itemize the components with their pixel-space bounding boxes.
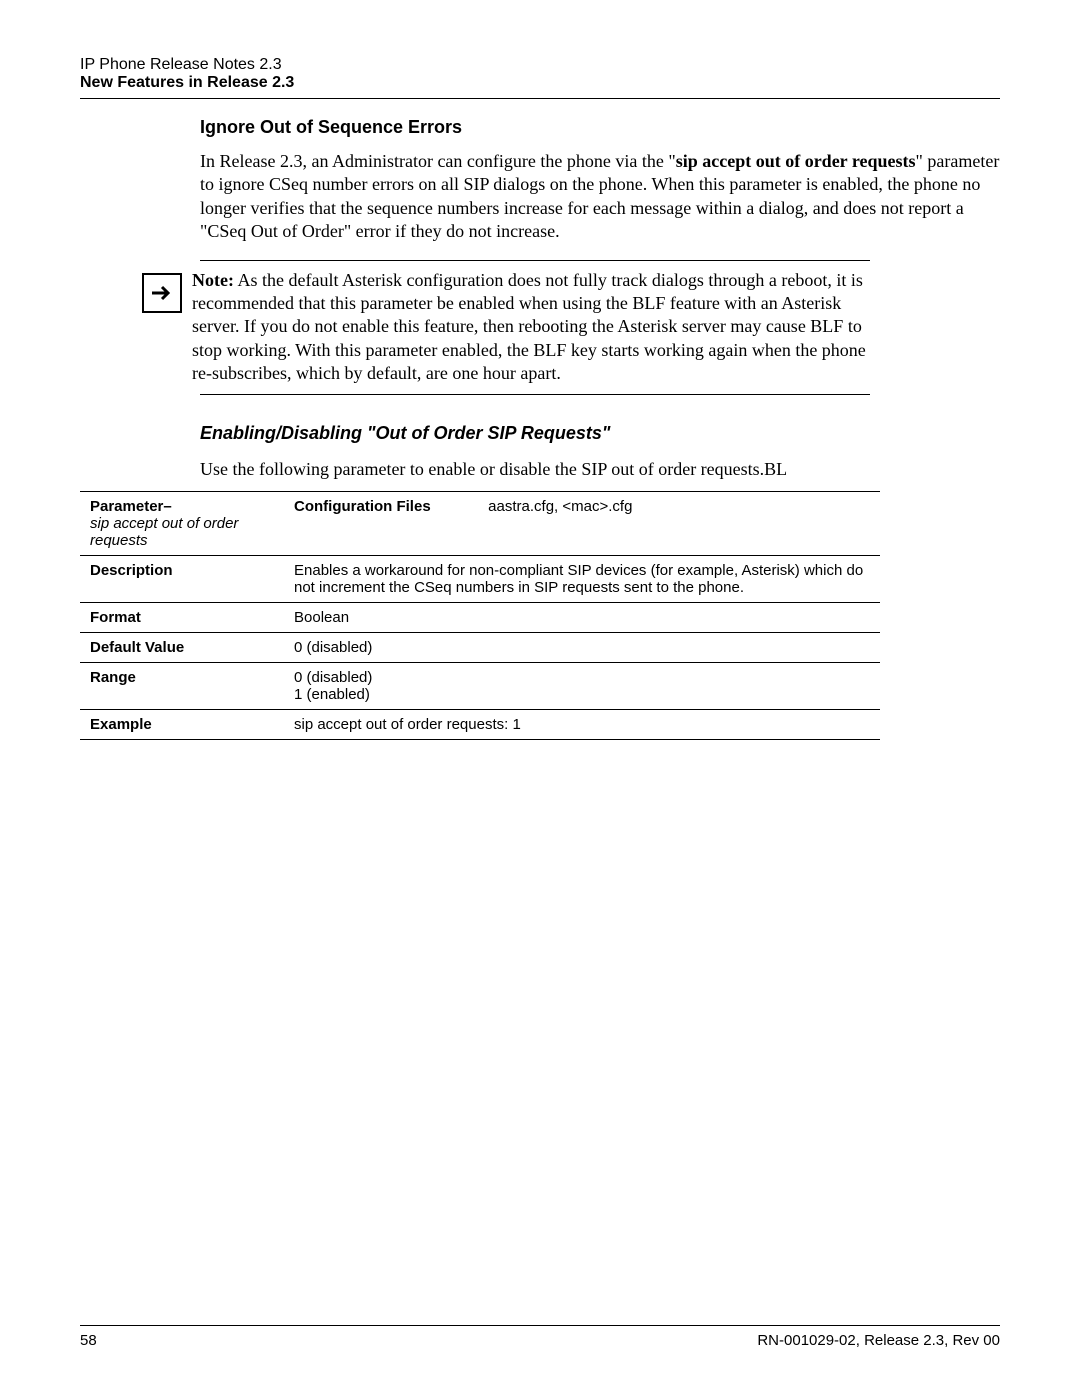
range-line1: 0 (disabled) [294,669,372,686]
header-section-title: New Features in Release 2.3 [80,74,1000,92]
description-label: Description [80,555,288,602]
para-bold-param: sip accept out of order requests [676,151,916,171]
table-row: Format Boolean [80,602,880,632]
footer-rule [80,1325,1000,1326]
format-label: Format [80,602,288,632]
note-rule-top [200,260,870,269]
parameter-table: Parameter– sip accept out of order reque… [80,491,880,740]
note-inner: Note: As the default Asterisk configurat… [200,269,870,386]
page-header: IP Phone Release Notes 2.3 New Features … [80,56,1000,99]
section-heading-ignore-errors: Ignore Out of Sequence Errors [200,117,1000,138]
page: IP Phone Release Notes 2.3 New Features … [0,0,1080,1397]
default-value-value: 0 (disabled) [288,632,880,662]
note-label: Note: [192,270,234,290]
main-content: Ignore Out of Sequence Errors In Release… [200,117,1000,740]
page-footer: 58 RN-001029-02, Release 2.3, Rev 00 [80,1318,1000,1350]
example-label: Example [80,709,288,739]
format-value: Boolean [288,602,880,632]
table-row: Parameter– sip accept out of order reque… [80,491,880,555]
note-block: Note: As the default Asterisk configurat… [200,260,870,395]
range-value: 0 (disabled) 1 (enabled) [288,662,880,709]
note-body: As the default Asterisk configuration do… [192,270,866,384]
section-heading-enable-disable: Enabling/Disabling "Out of Order SIP Req… [200,423,1000,444]
default-value-label: Default Value [80,632,288,662]
table-row: Range 0 (disabled) 1 (enabled) [80,662,880,709]
header-doc-title: IP Phone Release Notes 2.3 [80,56,1000,74]
note-text: Note: As the default Asterisk configurat… [192,269,870,386]
section1-paragraph: In Release 2.3, an Administrator can con… [200,150,1000,244]
param-label-prefix: Parameter– [90,498,172,515]
description-value: Enables a workaround for non-compliant S… [288,555,880,602]
param-row-label: Parameter– sip accept out of order reque… [80,491,288,555]
param-name: sip accept out of order requests [90,515,238,549]
config-files-label: Configuration Files [294,498,484,515]
page-number: 58 [80,1332,97,1349]
note-rule-bottom [200,394,870,395]
document-id: RN-001029-02, Release 2.3, Rev 00 [757,1332,1000,1349]
config-files-value: aastra.cfg, <mac>.cfg [488,498,632,515]
table-row: Description Enables a workaround for non… [80,555,880,602]
footer-row: 58 RN-001029-02, Release 2.3, Rev 00 [80,1332,1000,1349]
param-row-value: Configuration Files aastra.cfg, <mac>.cf… [288,491,880,555]
example-value: sip accept out of order requests: 1 [288,709,880,739]
table-row: Example sip accept out of order requests… [80,709,880,739]
header-rule [80,98,1000,99]
para-text-start: In Release 2.3, an Administrator can con… [200,151,676,171]
arrow-right-icon [142,273,182,313]
range-label: Range [80,662,288,709]
table-row: Default Value 0 (disabled) [80,632,880,662]
section2-intro: Use the following parameter to enable or… [200,458,1000,481]
range-line2: 1 (enabled) [294,686,370,703]
